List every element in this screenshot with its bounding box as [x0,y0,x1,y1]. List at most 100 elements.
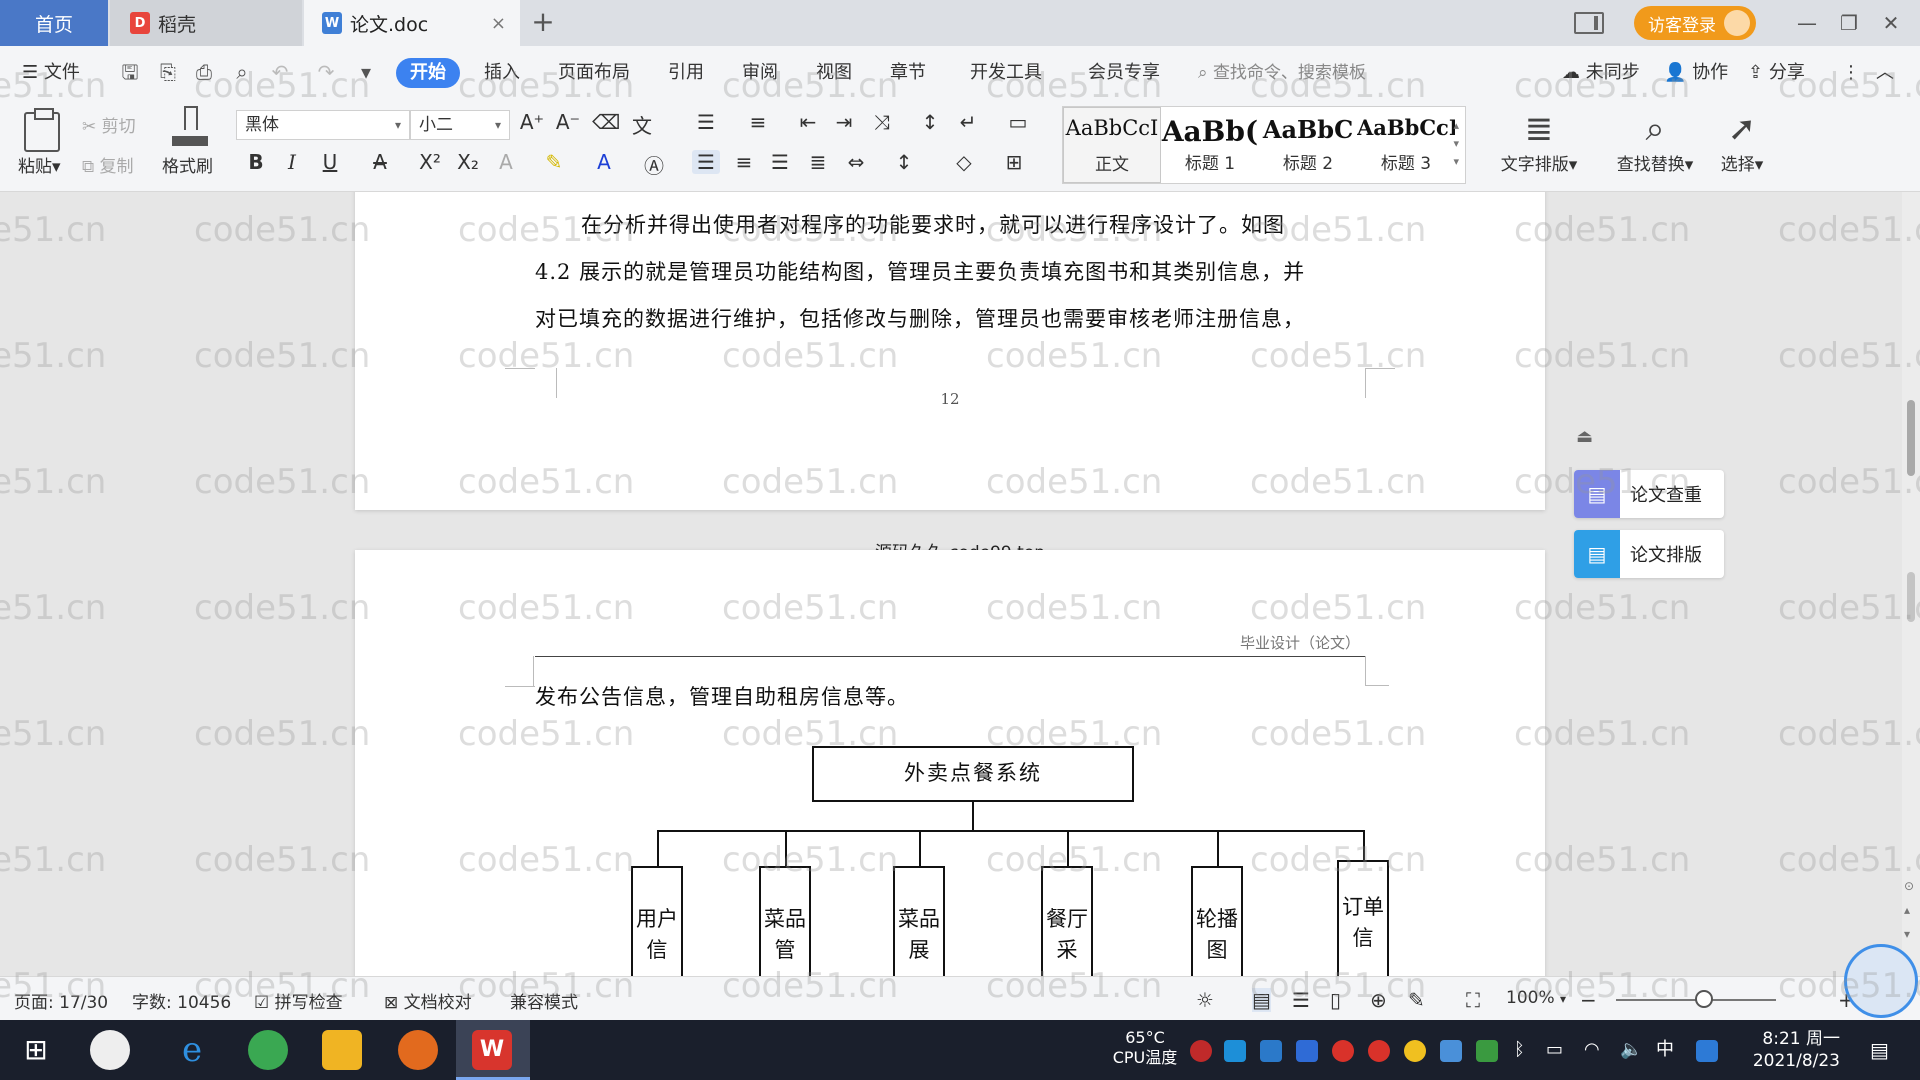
zoom-level-select[interactable]: 100% ▾ [1506,988,1566,1008]
increase-indent-icon[interactable]: ⇥ [830,110,858,134]
document-area[interactable]: 在分析并得出使用者对程序的功能要求时，就可以进行程序设计了。如图 4.2 展示的… [0,192,1920,976]
paper-check-button[interactable]: ▤ 论文查重 [1574,470,1724,518]
share-button[interactable]: ⇪ 分享 [1748,58,1805,88]
collapse-panel-icon[interactable]: ⏏ [1576,426,1593,447]
eye-protection-icon[interactable]: ☼ [1196,988,1214,1012]
bullet-list-icon[interactable]: ☰ [692,110,720,134]
format-painter-icon[interactable] [172,106,208,146]
assistant-avatar[interactable] [1844,944,1918,1018]
style-normal[interactable]: AaBbCcI 正文 [1063,107,1161,183]
subscript-icon[interactable]: X₂ [454,150,482,174]
bluetooth-icon[interactable]: ᛒ [1514,1020,1525,1080]
phonetic-guide-icon[interactable]: 文 [628,110,656,139]
gallery-scroll-icon[interactable]: ▴ ▾ ▾ [1453,117,1459,171]
web-view-icon[interactable]: ⊕ [1370,988,1387,1012]
font-size-select[interactable]: 小二 ▾ [410,110,510,140]
text-effect-icon[interactable]: A [492,150,520,174]
collapse-ribbon-icon[interactable]: ︿ [1876,58,1894,88]
paragraph-line[interactable]: 对已填充的数据进行维护，包括修改与删除，管理员也需要审核老师注册信息， [535,296,1365,343]
page-view-icon[interactable]: ▤ [1252,988,1271,1012]
wifi-icon[interactable]: ◠ [1584,1020,1600,1080]
shading-icon[interactable]: ◇ [950,150,978,174]
text-direction-icon[interactable]: ⤨ [868,110,896,134]
sort-icon[interactable]: ↕ [916,110,944,134]
numbered-list-icon[interactable]: ≡ [744,110,772,134]
reading-view-icon[interactable]: ▯ [1330,988,1341,1012]
document-page-13[interactable]: 毕业设计（论文） 发布公告信息，管理自助租房信息等。 外卖点餐系统 用户信 菜品… [355,550,1545,976]
browser-icon[interactable] [248,1030,288,1070]
char-border-icon[interactable]: Ⓐ [640,150,668,179]
tray-app-icon[interactable] [1440,1040,1462,1062]
input-method-indicator[interactable]: 中 [1656,1020,1674,1080]
tab-daoke[interactable]: D 稻壳 [110,0,302,46]
print-preview-icon[interactable]: ⌕ [230,60,254,84]
menu-chapter[interactable]: 章节 [890,58,926,88]
menu-start[interactable]: 开始 [396,58,460,88]
tray-app-icon[interactable] [1224,1040,1246,1062]
outline-view-icon[interactable]: ☰ [1292,988,1310,1012]
org-child-box[interactable]: 用户信 [631,866,683,976]
collaborate-button[interactable]: 👤 协作 [1664,58,1728,88]
visitor-login-button[interactable]: 访客登录 [1634,6,1756,40]
style-heading-3[interactable]: AaBbCcI 标题 3 [1357,107,1455,183]
menu-page-layout[interactable]: 页面布局 [558,58,630,88]
paste-icon[interactable] [24,108,60,152]
undo-icon[interactable]: ↶ [268,60,292,84]
more-options-icon[interactable]: ⋮ [1842,58,1860,88]
nvidia-icon[interactable] [1476,1040,1498,1062]
clear-format-icon[interactable]: ⌫ [592,110,620,134]
cpu-temperature[interactable]: 65°C CPU温度 [1110,1020,1180,1080]
underline-icon[interactable]: U [316,150,344,174]
file-menu[interactable]: ☰ 文件 [22,58,80,88]
paper-layout-button[interactable]: ▤ 论文排版 [1574,530,1724,578]
decrease-indent-icon[interactable]: ⇤ [794,110,822,134]
text-layout-button[interactable]: ≣ 文字排版▾ [1494,108,1584,175]
command-search[interactable]: ⌕ 查找命令、搜索模板 [1198,58,1366,88]
doc-proof-button[interactable]: ⊠ 文档校对 [384,988,472,1013]
windows-start-icon[interactable]: ⊞ [16,1030,56,1070]
italic-icon[interactable]: I [278,150,306,174]
align-left-icon[interactable]: ☰ [692,150,720,174]
close-tab-icon[interactable]: × [491,13,506,34]
shield-icon[interactable] [1296,1040,1318,1062]
select-button[interactable]: ➚ 选择▾ [1712,108,1772,175]
find-replace-button[interactable]: ⌕ 查找替换▾ [1610,108,1700,175]
tray-app-icon[interactable] [1368,1040,1390,1062]
align-right-icon[interactable]: ☰ [766,150,794,174]
tab-document[interactable]: W 论文.doc × [304,0,520,46]
paragraph-line[interactable]: 在分析并得出使用者对程序的功能要求时，就可以进行程序设计了。如图 [535,202,1365,249]
paragraph-line[interactable]: 4.2 展示的就是管理员功能结构图，管理员主要负责填充图书和其类别信息，并 [535,249,1365,296]
tab-home[interactable]: 首页 [0,0,108,46]
font-color-icon[interactable]: A [590,150,618,174]
internet-explorer-icon[interactable]: e [172,1030,212,1070]
spell-check-button[interactable]: ☑ 拼写检查 [254,988,343,1013]
vertical-scrollbar[interactable]: ⊙ ▴ ▾ [1902,192,1920,976]
zoom-slider-handle[interactable] [1695,990,1713,1008]
menu-reference[interactable]: 引用 [668,58,704,88]
tray-app-icon[interactable] [1404,1040,1426,1062]
borders-icon[interactable]: ⊞ [1000,150,1028,174]
customize-toolbar-icon[interactable]: ▾ [354,60,378,84]
scrollbar-thumb[interactable] [1907,572,1915,622]
shrink-font-icon[interactable]: A⁻ [554,110,582,134]
close-window-button[interactable]: ✕ [1870,11,1912,35]
new-tab-button[interactable]: + [528,8,558,38]
org-child-box[interactable]: 订单信 [1337,860,1389,976]
layout-panel-icon[interactable] [1574,12,1604,34]
grow-font-icon[interactable]: A⁺ [518,110,546,134]
page-nav-icon[interactable]: ⊙ ▴ ▾ [1904,874,1914,946]
restore-button[interactable]: ❐ [1828,11,1870,35]
fit-page-icon[interactable]: ⛶ [1466,988,1480,1012]
org-child-box[interactable]: 轮播图 [1191,866,1243,976]
scrollbar-thumb[interactable] [1907,400,1915,476]
line-spacing-icon[interactable]: ↕ [890,150,918,174]
menu-insert[interactable]: 插入 [484,58,520,88]
minimize-button[interactable]: — [1786,11,1828,35]
menu-member[interactable]: 会员专享 [1088,58,1160,88]
strikethrough-icon[interactable]: A [366,150,394,174]
pinwheel-app-icon[interactable] [90,1030,130,1070]
menu-review[interactable]: 审阅 [742,58,778,88]
print-icon[interactable]: ⎙ [192,60,216,84]
notification-icon[interactable]: ▤ [1870,1020,1889,1080]
show-marks-icon[interactable]: ↵ [954,110,982,134]
